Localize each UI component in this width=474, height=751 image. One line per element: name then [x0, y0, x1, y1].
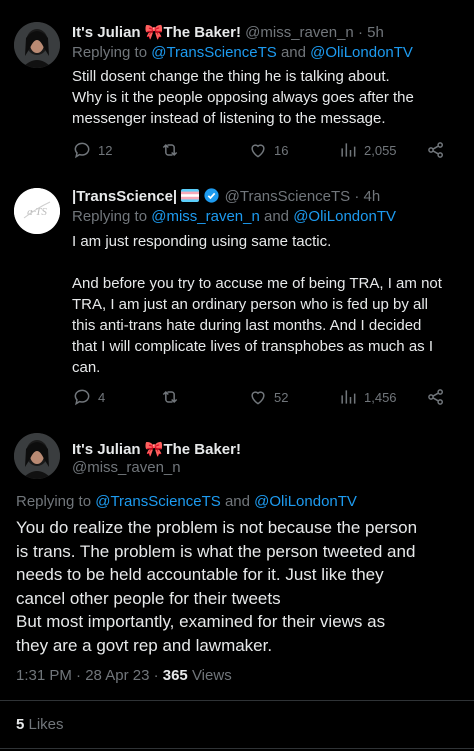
likes-summary[interactable]: 5 Likes — [16, 716, 64, 733]
author-name-suffix: The Baker! — [163, 24, 241, 41]
avatar[interactable]: a̶ TS — [14, 188, 60, 234]
tweet-text: Still dosent change the thing he is talk… — [72, 68, 414, 127]
divider — [0, 748, 474, 749]
replying-to: Replying to @TransScienceTS and @OliLond… — [16, 493, 357, 510]
like-icon — [251, 391, 265, 405]
retweet-icon — [162, 143, 178, 157]
replying-and: and — [280, 44, 306, 61]
main-tweet: It's Julian 🎀The Baker! @miss_raven_n Re… — [0, 425, 474, 751]
reply-count: 4 — [98, 389, 106, 405]
retweet-button[interactable] — [160, 387, 180, 407]
views-count: 2,055 — [364, 142, 397, 158]
share-button[interactable] — [426, 140, 446, 160]
author-handle[interactable]: @miss_raven_n — [72, 459, 181, 476]
trans-flag-icon — [181, 189, 200, 202]
replying-and: and — [264, 208, 290, 225]
retweet-button[interactable] — [160, 140, 180, 160]
avatar[interactable] — [14, 22, 60, 68]
avatar-photo — [14, 22, 60, 68]
reply-count: 12 — [98, 142, 113, 158]
verified-badge-icon — [203, 187, 220, 208]
mention-link[interactable]: @TransScienceTS — [95, 493, 221, 510]
replying-to-label: Replying to — [16, 493, 92, 510]
views-number: 365 — [162, 667, 188, 684]
reply-icon — [74, 389, 90, 406]
author-name[interactable]: It's Julian 🎀The Baker! @miss_raven_n · … — [72, 23, 384, 41]
replying-to-label: Replying to — [72, 208, 148, 225]
views-label: Views — [187, 667, 232, 684]
tweet-actions: 4 52 1,456 — [72, 387, 448, 409]
tweet-meta: 1:31 PM · 28 Apr 23 · 365 Views — [16, 667, 232, 684]
views-icon — [341, 390, 356, 404]
tweet-timestamp[interactable]: 1:31 PM · 28 Apr 23 · — [16, 667, 163, 684]
views-button[interactable]: 2,055 — [338, 140, 397, 160]
svg-text:a̶ TS: a̶ TS — [27, 206, 47, 218]
reply-button[interactable]: 12 — [72, 140, 112, 160]
tweet-actions: 12 16 2,055 — [72, 140, 448, 162]
avatar-logo: a̶ TS — [14, 188, 60, 234]
author-name[interactable]: It's Julian 🎀The Baker! — [72, 440, 241, 458]
tweet-time[interactable]: · 5h — [358, 24, 384, 41]
ribbon-icon: 🎀 — [144, 24, 164, 41]
views-button[interactable]: 1,456 — [338, 387, 397, 407]
tweet-reply-2[interactable]: a̶ TS |TransScience| @TransScienceTS · 4… — [0, 175, 474, 425]
author-handle[interactable]: @miss_raven_n — [245, 24, 354, 41]
replying-to: Replying to @TransScienceTS and @OliLond… — [72, 44, 413, 61]
author-handle[interactable]: @TransScienceTS — [225, 188, 351, 205]
views-count: 1,456 — [364, 389, 397, 405]
mention-link[interactable]: @OliLondonTV — [293, 208, 396, 225]
ribbon-icon: 🎀 — [144, 441, 164, 458]
tweet-text: You do realize the problem is not becaus… — [16, 518, 418, 655]
author-name-suffix: The Baker! — [163, 441, 241, 458]
like-count: 16 — [274, 142, 289, 158]
likes-label: Likes — [24, 716, 64, 733]
replying-to: Replying to @miss_raven_n and @OliLondon… — [72, 208, 396, 225]
divider — [0, 700, 474, 701]
tweet-time[interactable]: · 4h — [354, 188, 380, 205]
replying-to-label: Replying to — [72, 44, 148, 61]
reply-icon — [74, 142, 90, 159]
like-icon — [251, 144, 265, 158]
reply-button[interactable]: 4 — [72, 387, 105, 407]
like-button[interactable]: 16 — [248, 140, 288, 160]
author-name-text: It's Julian — [72, 441, 141, 458]
replying-and: and — [224, 493, 250, 510]
like-button[interactable]: 52 — [248, 387, 288, 407]
mention-link[interactable]: @TransScienceTS — [151, 44, 277, 61]
author-name-text: It's Julian — [72, 24, 141, 41]
share-icon — [428, 389, 443, 405]
retweet-icon — [162, 390, 178, 404]
avatar[interactable] — [14, 433, 60, 479]
like-count: 52 — [274, 389, 289, 405]
share-icon — [428, 142, 443, 158]
tweet-reply-1[interactable]: It's Julian 🎀The Baker! @miss_raven_n · … — [0, 0, 474, 175]
mention-link[interactable]: @miss_raven_n — [151, 208, 260, 225]
share-button[interactable] — [426, 387, 446, 407]
mention-link[interactable]: @OliLondonTV — [254, 493, 357, 510]
tweet-text: I am just responding using same tactic. … — [72, 233, 442, 376]
mention-link[interactable]: @OliLondonTV — [310, 44, 413, 61]
author-name[interactable]: |TransScience| @TransScienceTS · 4h — [72, 187, 380, 208]
views-icon — [341, 143, 356, 157]
avatar-photo — [14, 433, 60, 479]
author-name-text: |TransScience| — [72, 188, 178, 205]
